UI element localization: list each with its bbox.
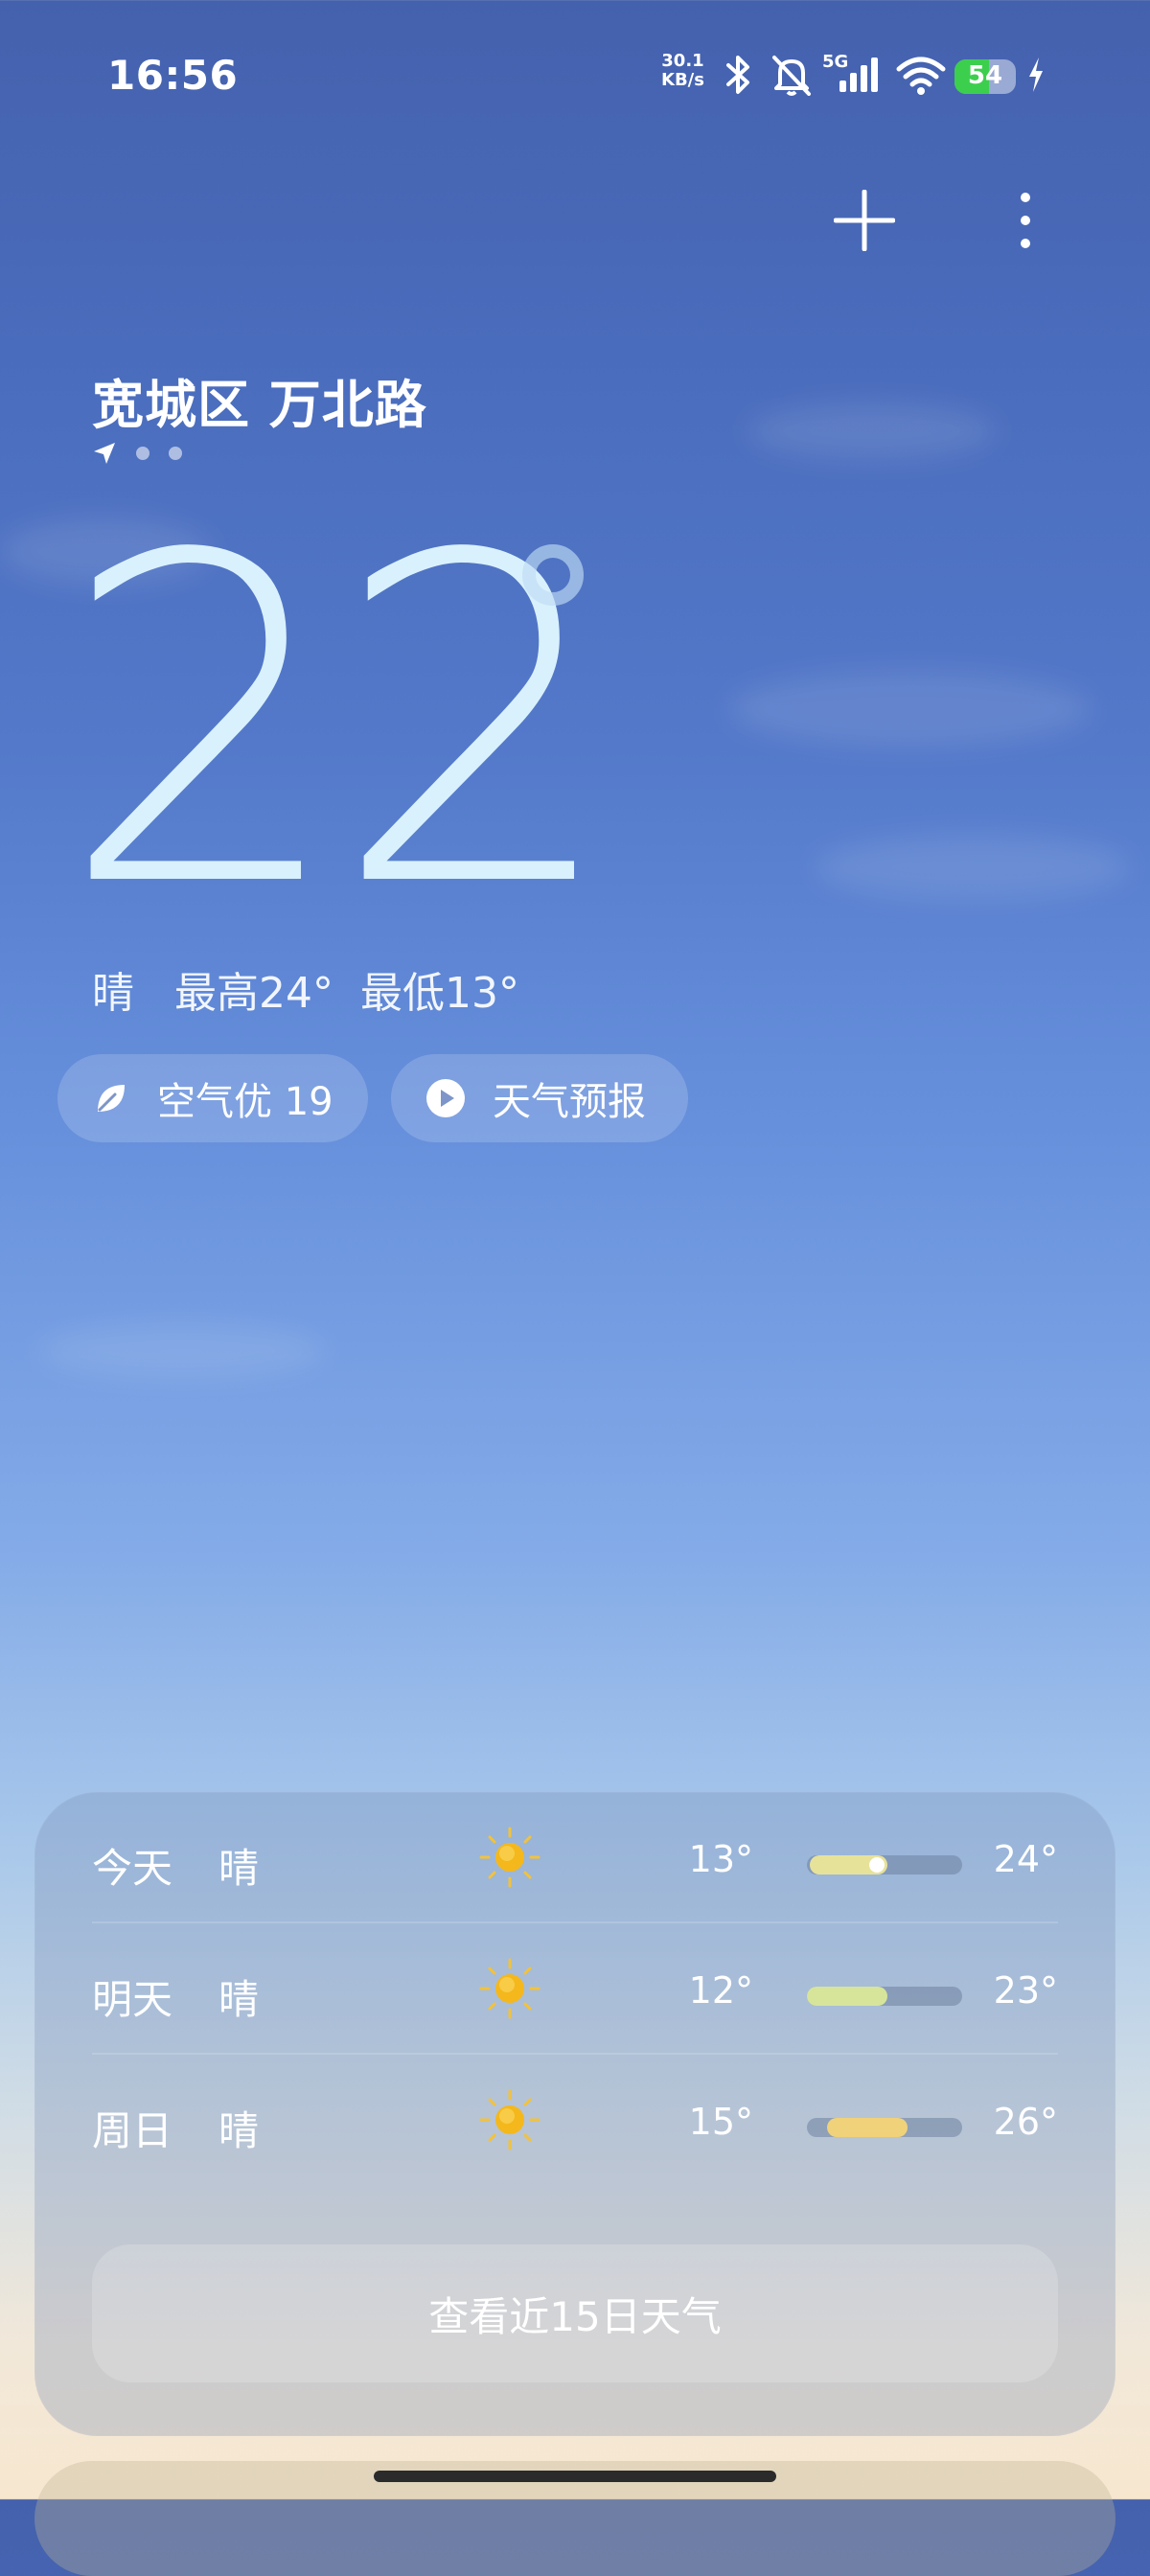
forecast-day: 周日 (92, 2107, 173, 2154)
forecast-row-sunday[interactable]: 周日 晴 15° 26° (92, 2055, 1058, 2186)
current-condition: 晴 (92, 969, 134, 1018)
forecast-high: 23° (993, 1969, 1058, 2012)
temperature-range-bar (807, 2118, 962, 2137)
forecast-video-label: 天气预报 (493, 1080, 646, 1124)
bluetooth-icon (726, 56, 749, 94)
status-bar: 16:56 30.1 KB/s 5G 54 (0, 38, 1150, 115)
temperature-range-fill (827, 2118, 908, 2137)
cloud-decoration (728, 671, 1092, 748)
plus-icon (834, 190, 895, 251)
page-dot (136, 447, 150, 460)
forecast-row-today[interactable]: 今天 晴 13° 24° (92, 1792, 1058, 1923)
network-speed: 30.1 KB/s (661, 52, 704, 90)
add-city-button[interactable] (816, 172, 912, 268)
cloud-decoration (748, 402, 997, 460)
forecast-day: 明天 (92, 1976, 173, 2023)
more-vertical-icon (1021, 193, 1030, 248)
sun-icon (479, 1958, 540, 2019)
forecast-low: 13° (688, 1838, 753, 1880)
weather-forecast-video-chip[interactable]: 天气预报 (391, 1054, 688, 1142)
forecast-high: 26° (993, 2101, 1058, 2143)
mute-icon (772, 56, 811, 96)
sun-icon (479, 1827, 540, 1888)
forecast-condition: 晴 (218, 1976, 260, 2023)
forecast-day: 今天 (92, 1845, 173, 1892)
signal-icon (840, 58, 878, 92)
battery-icon: 54 (954, 59, 1016, 94)
weather-summary: 晴 最高24° 最低13° (92, 958, 519, 1020)
air-quality-label: 空气优 19 (157, 1080, 334, 1124)
temperature-range-bar (807, 1855, 962, 1874)
low-temperature: 最低13° (360, 969, 519, 1018)
current-temperature-marker (868, 1857, 885, 1873)
forecast-condition: 晴 (218, 1845, 260, 1892)
play-icon (426, 1078, 466, 1118)
battery-level: 54 (967, 61, 1003, 90)
forecast-high: 24° (993, 1838, 1058, 1880)
home-indicator[interactable] (374, 2471, 776, 2482)
forecast-low: 15° (688, 2101, 753, 2143)
network-speed-value: 30.1 (661, 51, 704, 71)
leaf-icon (92, 1079, 130, 1117)
cloud-decoration (38, 1322, 326, 1380)
status-time: 16:56 (107, 52, 239, 99)
forecast-condition: 晴 (218, 2107, 260, 2154)
cloud-decoration (815, 834, 1131, 901)
forecast-row-tomorrow[interactable]: 明天 晴 12° 23° (92, 1923, 1058, 2055)
air-quality-chip[interactable]: 空气优 19 (58, 1054, 368, 1142)
high-temperature: 最高24° (174, 969, 334, 1018)
wifi-icon (896, 57, 946, 95)
forecast-low: 12° (688, 1969, 753, 2012)
forecast-card: 今天 晴 13° 24° 明天 晴 12° 23° 周日 晴 15° 26° 查… (34, 1792, 1116, 2436)
temperature-range-bar (807, 1987, 962, 2006)
location-name: 宽城区 万北路 (92, 375, 427, 435)
network-speed-unit: KB/s (661, 70, 704, 90)
degree-symbol (522, 544, 584, 606)
sun-icon (479, 2089, 540, 2150)
view-15-day-forecast-button[interactable]: 查看近15日天气 (92, 2244, 1058, 2382)
page-dot (169, 447, 182, 460)
more-menu-button[interactable] (978, 172, 1073, 268)
charging-icon (1029, 58, 1043, 92)
temperature-range-fill (807, 1987, 888, 2006)
